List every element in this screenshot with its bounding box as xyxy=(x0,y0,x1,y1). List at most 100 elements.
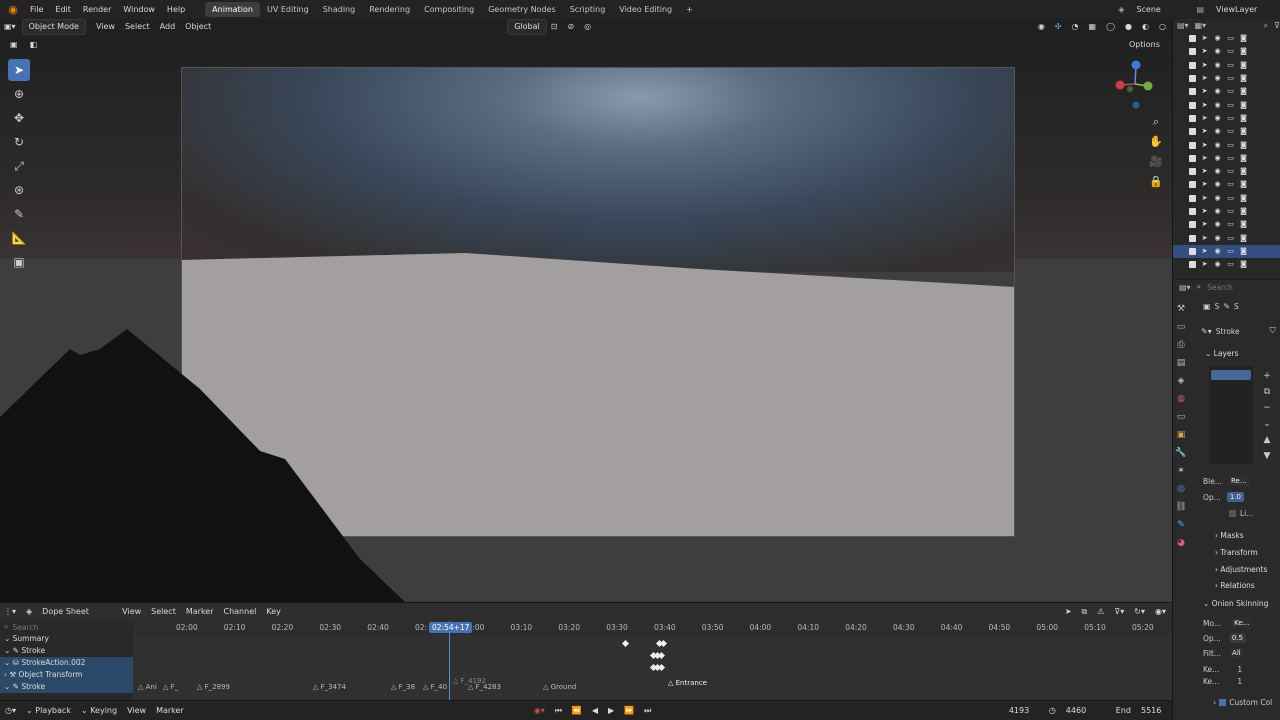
tab-geometry-nodes[interactable]: Geometry Nodes xyxy=(481,2,562,17)
viewport-toggle-icon[interactable]: ▭ xyxy=(1226,88,1235,95)
eye-icon[interactable]: ◉ xyxy=(1213,221,1222,228)
eye-icon[interactable]: ◉ xyxy=(1213,208,1222,215)
eye-icon[interactable]: ◉ xyxy=(1213,261,1222,268)
outliner-row[interactable]: ➤ ◉ ▭ ◙ xyxy=(1173,178,1280,191)
tool-tab-icon[interactable]: ⚒ xyxy=(1174,300,1188,318)
filter-icon[interactable]: ⊽ xyxy=(1274,21,1280,30)
onion-skinning-panel[interactable]: ⌄ Onion Skinning xyxy=(1203,599,1268,608)
annotate-tool-icon[interactable]: ✎ xyxy=(8,203,30,225)
outliner-row[interactable]: ➤ ◉ ▭ ◙ xyxy=(1173,165,1280,178)
remove-layer-icon[interactable]: − xyxy=(1261,400,1273,416)
timeline-marker[interactable]: △ F_38 xyxy=(391,683,415,691)
menu-window[interactable]: Window xyxy=(117,0,161,19)
current-time-badge[interactable]: 02:54+17 xyxy=(429,622,473,633)
viewport-toggle-icon[interactable]: ▭ xyxy=(1226,261,1235,268)
tab-uv-editing[interactable]: UV Editing xyxy=(260,2,316,17)
viewport-menu-object[interactable]: Object xyxy=(181,20,215,34)
overlay-toggle-icon[interactable]: ◔ xyxy=(1068,20,1083,34)
display-mode-icon[interactable]: ▦▾ xyxy=(1195,21,1207,30)
channel-stroke-layer[interactable]: ⌄ ✎ Stroke xyxy=(0,681,133,693)
render-camera-icon[interactable]: ◙ xyxy=(1239,35,1248,42)
viewport-menu-select[interactable]: Select xyxy=(121,20,154,34)
object-tab-icon[interactable]: ▣ xyxy=(1174,426,1188,444)
exclude-checkbox[interactable] xyxy=(1189,114,1196,122)
keyframes-before-field[interactable]: 1 xyxy=(1237,665,1242,674)
viewport-menu-view[interactable]: View xyxy=(92,20,119,34)
view-layer-icon[interactable]: ▤ xyxy=(1190,0,1210,19)
select-arrow-icon[interactable]: ➤ xyxy=(1200,35,1209,42)
outliner-row[interactable]: ➤ ◉ ▭ ◙ xyxy=(1173,85,1280,98)
select-arrow-icon[interactable]: ➤ xyxy=(1200,168,1209,175)
outliner-row[interactable]: ➤ ◉ ▭ ◙ xyxy=(1173,32,1280,45)
eye-icon[interactable]: ◉ xyxy=(1213,181,1222,188)
options-button[interactable]: Options xyxy=(1125,38,1164,52)
render-camera-icon[interactable]: ◙ xyxy=(1239,221,1248,228)
select-arrow-icon[interactable]: ➤ xyxy=(1200,128,1209,135)
camera-view-icon[interactable]: 🎥 xyxy=(1148,155,1164,175)
eye-icon[interactable]: ◉ xyxy=(1213,75,1222,82)
properties-search-icon[interactable]: ⌕ xyxy=(1197,282,1201,292)
only-errors-icon[interactable]: ⚠ xyxy=(1093,605,1108,619)
eye-icon[interactable]: ◉ xyxy=(1213,194,1222,202)
exclude-checkbox[interactable] xyxy=(1189,35,1196,43)
select-arrow-icon[interactable]: ➤ xyxy=(1200,221,1209,228)
particles-tab-icon[interactable]: ✶ xyxy=(1174,462,1188,480)
select-arrow-icon[interactable]: ➤ xyxy=(1200,61,1209,69)
snap-icon[interactable]: ⊘ xyxy=(563,20,578,34)
outliner-row[interactable]: ➤ ◉ ▭ ◙ xyxy=(1173,152,1280,165)
menu-edit[interactable]: Edit xyxy=(49,0,77,19)
auto-keying-icon[interactable]: ◉▾ xyxy=(529,706,550,715)
exclude-checkbox[interactable] xyxy=(1189,208,1196,215)
viewport-toggle-icon[interactable]: ▭ xyxy=(1226,114,1235,122)
outliner-row[interactable]: ➤ ◉ ▭ ◙ xyxy=(1173,125,1280,138)
onion-mode-dropdown[interactable]: Ke... xyxy=(1231,618,1253,628)
tab-animation[interactable]: Animation xyxy=(205,2,260,17)
viewport-toggle-icon[interactable]: ▭ xyxy=(1226,181,1235,188)
select-arrow-icon[interactable]: ➤ xyxy=(1200,247,1209,255)
exclude-checkbox[interactable] xyxy=(1189,75,1196,83)
exclude-checkbox[interactable] xyxy=(1189,221,1196,229)
eye-icon[interactable]: ◉ xyxy=(1213,114,1222,122)
timeline-marker[interactable]: △ F_ xyxy=(163,683,178,691)
timeline-editor-icon[interactable]: ◷▾ xyxy=(0,706,21,715)
select-box-icon[interactable]: ▣ xyxy=(6,38,22,52)
channel-stroke-object[interactable]: ⌄ ✎ Stroke xyxy=(0,645,133,657)
eye-icon[interactable]: ◉ xyxy=(1213,35,1222,42)
select-arrow-icon[interactable]: ➤ xyxy=(1200,154,1209,162)
layer-special-icon[interactable]: ⧉ xyxy=(1261,384,1273,400)
eye-icon[interactable]: ◉ xyxy=(1213,168,1222,175)
eye-icon[interactable]: ◉ xyxy=(1213,101,1222,109)
viewport-toggle-icon[interactable]: ▭ xyxy=(1226,48,1235,55)
visibility-icon[interactable]: ◉ xyxy=(1034,20,1049,34)
select-tool-icon[interactable]: ➤ xyxy=(8,59,30,81)
jump-end-icon[interactable]: ⏭ xyxy=(639,706,656,716)
exclude-checkbox[interactable] xyxy=(1189,101,1196,109)
playhead[interactable] xyxy=(449,621,450,701)
render-camera-icon[interactable]: ◙ xyxy=(1239,75,1248,82)
eye-icon[interactable]: ◉ xyxy=(1213,88,1222,95)
render-camera-icon[interactable]: ◙ xyxy=(1239,141,1248,149)
play-reverse-icon[interactable]: ◀ xyxy=(587,706,603,715)
viewport-toggle-icon[interactable]: ▭ xyxy=(1226,35,1235,42)
timeline-marker[interactable]: △ Ground xyxy=(543,683,576,691)
select-arrow-icon[interactable]: ➤ xyxy=(1200,208,1209,215)
onion-opacity-field[interactable]: 0.5 xyxy=(1228,633,1246,643)
layer-item-selected[interactable] xyxy=(1211,370,1251,380)
physics-tab-icon[interactable]: ◎ xyxy=(1174,480,1188,498)
mode-selector[interactable]: Object Mode xyxy=(21,19,86,35)
viewport-toggle-icon[interactable]: ▭ xyxy=(1226,154,1235,162)
timeline-marker[interactable]: △ Entrance xyxy=(668,679,707,687)
select-arrow-icon[interactable]: ➤ xyxy=(1200,141,1209,149)
eye-icon[interactable]: ◉ xyxy=(1213,141,1222,149)
select-arrow-icon[interactable]: ➤ xyxy=(1200,88,1209,95)
viewport-toggle-icon[interactable]: ▭ xyxy=(1226,221,1235,228)
dope-editor-type-icon[interactable]: ⋮▾ xyxy=(0,605,20,619)
adjustments-panel[interactable]: › Adjustments xyxy=(1215,565,1267,574)
viewport-toggle-icon[interactable]: ▭ xyxy=(1226,234,1235,242)
proportional-edit-icon[interactable]: ◎ xyxy=(580,20,595,34)
collection-tab-icon[interactable]: ▭ xyxy=(1174,408,1188,426)
pivot-icon[interactable]: ⊡ xyxy=(547,20,562,34)
outliner-row[interactable]: ➤ ◉ ▭ ◙ xyxy=(1173,45,1280,58)
exclude-checkbox[interactable] xyxy=(1189,261,1196,269)
cursor-tool-icon[interactable]: ⊕ xyxy=(8,83,30,105)
